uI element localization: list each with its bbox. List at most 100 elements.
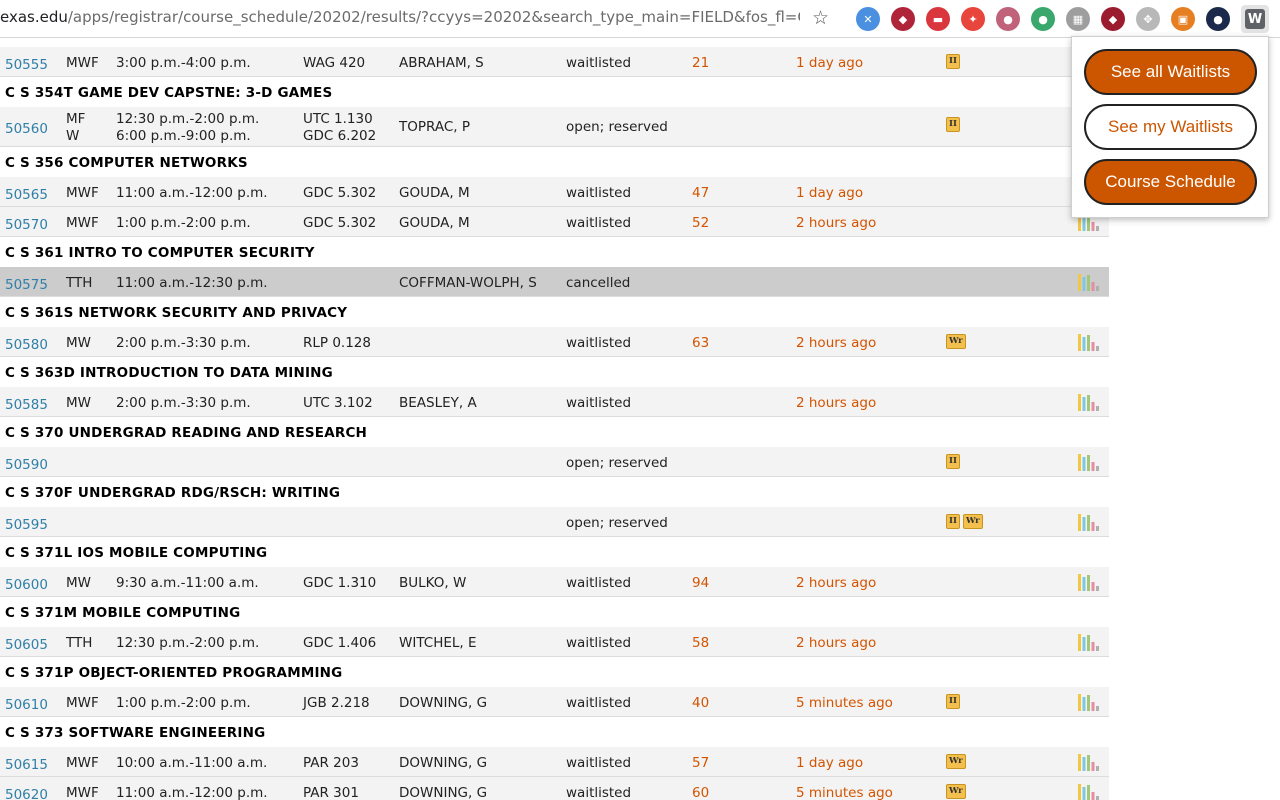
- room-cell: UTC 3.102: [303, 395, 373, 411]
- ext-blue-icon[interactable]: ✕: [856, 7, 880, 31]
- last-updated: 2 hours ago: [796, 575, 877, 591]
- address-bar[interactable]: exas.edu/apps/registrar/course_schedule/…: [0, 8, 800, 26]
- bar-chart-icon[interactable]: [1077, 633, 1101, 651]
- days-cell: MWF: [66, 695, 99, 711]
- status-cell: waitlisted: [566, 785, 632, 800]
- room-cell: PAR 203: [303, 755, 359, 771]
- unique-number-link[interactable]: 50605: [5, 637, 48, 653]
- status-cell: cancelled: [566, 275, 631, 291]
- bar-chart-icon[interactable]: [1077, 393, 1101, 411]
- flag-badge: II: [946, 514, 960, 529]
- course-header: C S 354T GAME DEV CAPSTNE: 3-D GAMES: [0, 77, 1109, 107]
- flag-badge: II: [946, 117, 960, 132]
- instructor-cell: TOPRAC, P: [399, 119, 470, 135]
- last-updated: 1 day ago: [796, 55, 864, 71]
- course-header: C S 361 INTRO TO COMPUTER SECURITY: [0, 237, 1109, 267]
- room-cell: UTC 1.130 GDC 6.202: [303, 111, 376, 145]
- time-line: 6:00 p.m.-9:00 p.m.: [116, 128, 251, 144]
- waitlist-position: 94: [692, 575, 710, 591]
- time-cell: 2:00 p.m.-3:30 p.m.: [116, 335, 251, 351]
- ext-purple-icon[interactable]: ●: [996, 7, 1020, 31]
- ext-move-icon[interactable]: ✥: [1136, 7, 1160, 31]
- ext-green-icon[interactable]: ●: [1031, 7, 1055, 31]
- unique-number-link[interactable]: 50570: [5, 217, 48, 233]
- instructor-cell: DOWNING, G: [399, 785, 488, 800]
- flags-cell: Wr: [946, 784, 966, 799]
- extensions-tray: ✕ ◆ ▬ ✦ ● ● ▦ ◆ ✥ ▣ ● W: [856, 5, 1269, 33]
- bar-chart-icon[interactable]: [1077, 753, 1101, 771]
- days-cell: TTH: [66, 275, 93, 291]
- course-header: C S 363D INTRODUCTION TO DATA MINING: [0, 357, 1109, 387]
- unique-number-link[interactable]: 50610: [5, 697, 48, 713]
- days-cell: MW: [66, 575, 91, 591]
- room-cell: GDC 5.302: [303, 185, 377, 201]
- flag-badge: II: [946, 454, 960, 469]
- star-icon[interactable]: ☆: [812, 7, 829, 29]
- bar-chart-icon[interactable]: [1077, 333, 1101, 351]
- days-cell: MWF: [66, 755, 99, 771]
- course-header: C S 356 COMPUTER NETWORKS: [0, 147, 1109, 177]
- unique-number-link[interactable]: 50615: [5, 757, 48, 773]
- see-all-waitlists-button[interactable]: See all Waitlists: [1084, 49, 1257, 95]
- room-cell: GDC 5.302: [303, 215, 377, 231]
- time-cell: 11:00 a.m.-12:00 p.m.: [116, 785, 268, 800]
- unique-number-link[interactable]: 50585: [5, 397, 48, 413]
- see-my-waitlists-button[interactable]: See my Waitlists: [1084, 104, 1257, 150]
- flag-badge: II: [946, 694, 960, 709]
- table-row: 50620 MWF 11:00 a.m.-12:00 p.m. PAR 301 DOWN…: [0, 777, 1109, 800]
- status-cell: waitlisted: [566, 635, 632, 651]
- days-cell: MW: [66, 395, 91, 411]
- unique-number-link[interactable]: 50560: [5, 121, 48, 137]
- bar-chart-icon[interactable]: [1077, 693, 1101, 711]
- ext-orange-icon[interactable]: ▣: [1171, 7, 1195, 31]
- unique-number-link[interactable]: 50580: [5, 337, 48, 353]
- unique-number-link[interactable]: 50595: [5, 517, 48, 533]
- waitlist-position: 60: [692, 785, 710, 800]
- status-cell: waitlisted: [566, 695, 632, 711]
- table-row: 50600 MW 9:30 a.m.-11:00 a.m. GDC 1.310 BULK…: [0, 567, 1109, 597]
- last-updated: 1 day ago: [796, 755, 864, 771]
- bar-chart-icon[interactable]: [1077, 273, 1101, 291]
- waitlist-position: 58: [692, 635, 710, 651]
- unique-number-link[interactable]: 50620: [5, 787, 48, 800]
- unique-number-link[interactable]: 50575: [5, 277, 48, 293]
- course-header: C S 371L IOS MOBILE COMPUTING: [0, 537, 1109, 567]
- flags-cell: II: [946, 117, 960, 132]
- time-line: 12:30 p.m.-2:00 p.m.: [116, 111, 260, 127]
- instructor-cell: GOUDA, M: [399, 185, 470, 201]
- ext-red-icon[interactable]: ▬: [926, 7, 950, 31]
- ext-dark-icon[interactable]: ●: [1206, 7, 1230, 31]
- course-header: C S 361S NETWORK SECURITY AND PRIVACY: [0, 297, 1109, 327]
- time-cell: 2:00 p.m.-3:30 p.m.: [116, 395, 251, 411]
- flag-badge: Wr: [946, 784, 966, 799]
- unique-number-link[interactable]: 50600: [5, 577, 48, 593]
- ext-pinwheel-icon[interactable]: ✦: [961, 7, 985, 31]
- waitlist-extension-label: W: [1245, 9, 1265, 29]
- room-cell: PAR 301: [303, 785, 359, 800]
- instructor-cell: BEASLEY, A: [399, 395, 477, 411]
- status-cell: open; reserved: [566, 119, 668, 135]
- table-row: 50615 MWF 10:00 a.m.-11:00 a.m. PAR 203 DOWN…: [0, 747, 1109, 777]
- unique-number-link[interactable]: 50565: [5, 187, 48, 203]
- course-schedule-table: 50555 MWF 3:00 p.m.-4:00 p.m. WAG 420 ABRAHA…: [0, 47, 1109, 800]
- unique-number-link[interactable]: 50555: [5, 57, 48, 73]
- flags-cell: Wr: [946, 334, 966, 349]
- ext-shield-icon[interactable]: ◆: [891, 7, 915, 31]
- course-schedule-button[interactable]: Course Schedule: [1084, 159, 1257, 205]
- days-cell: MWF: [66, 55, 99, 71]
- browser-toolbar: exas.edu/apps/registrar/course_schedule/…: [0, 0, 1280, 38]
- bar-chart-icon[interactable]: [1077, 513, 1101, 531]
- ext-gray-icon[interactable]: ▦: [1066, 7, 1090, 31]
- bar-chart-icon[interactable]: [1077, 453, 1101, 471]
- time-cell: 10:00 a.m.-11:00 a.m.: [116, 755, 268, 771]
- table-row: 50605 TTH 12:30 p.m.-2:00 p.m. GDC 1.406 WIT…: [0, 627, 1109, 657]
- bar-chart-icon[interactable]: [1077, 783, 1101, 800]
- unique-number-link[interactable]: 50590: [5, 457, 48, 473]
- status-cell: waitlisted: [566, 55, 632, 71]
- ext-shield2-icon[interactable]: ◆: [1101, 7, 1125, 31]
- room-cell: WAG 420: [303, 55, 366, 71]
- waitlist-extension-icon[interactable]: W: [1241, 5, 1269, 33]
- bar-chart-icon[interactable]: [1077, 573, 1101, 591]
- instructor-cell: BULKO, W: [399, 575, 467, 591]
- waitlist-position: 21: [692, 55, 710, 71]
